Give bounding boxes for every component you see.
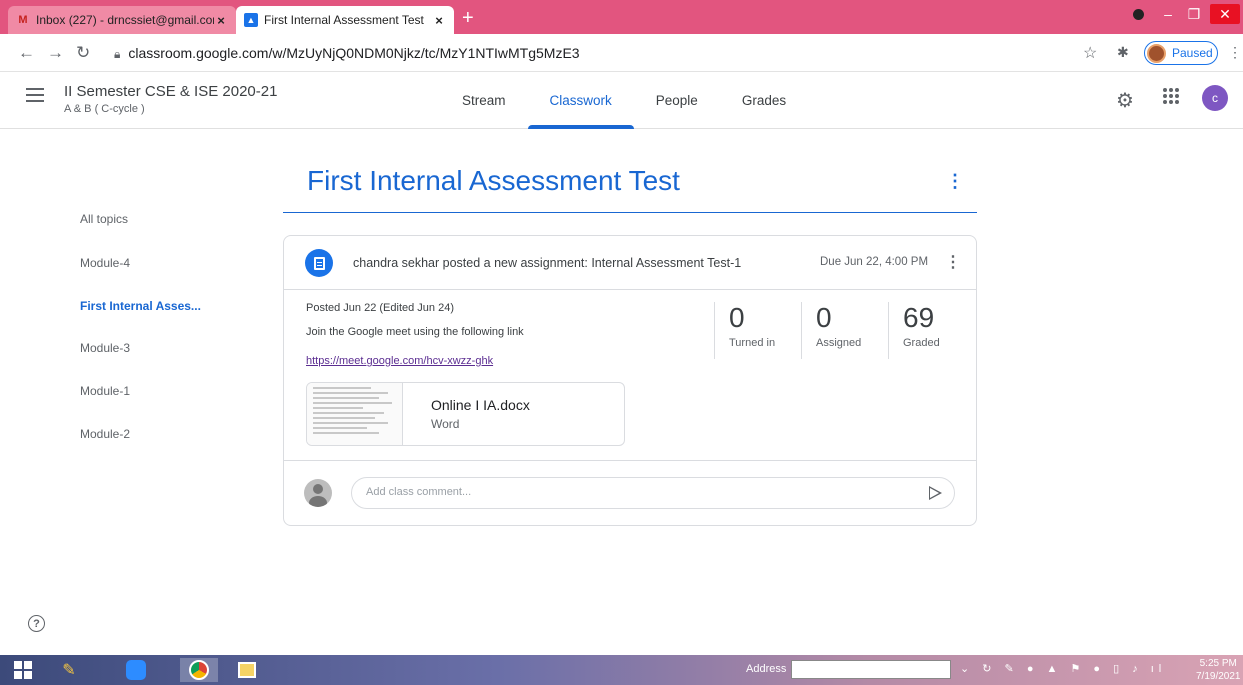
- tab-classroom[interactable]: ▲ First Internal Assessment Test ×: [236, 6, 454, 34]
- assignment-header[interactable]: chandra sekhar posted a new assignment: …: [284, 236, 976, 290]
- chrome-app-icon[interactable]: [180, 658, 218, 682]
- class-title[interactable]: II Semester CSE & ISE 2020-21: [64, 83, 277, 100]
- submission-stats: 0 Turned in 0 Assigned 69 Graded: [714, 302, 975, 359]
- paint-app-icon[interactable]: ✎: [50, 658, 88, 682]
- classroom-icon: ▲: [244, 13, 258, 27]
- tab-title: First Internal Assessment Test: [264, 13, 424, 27]
- address-bar: ← → ↻ 🔒︎ classroom.google.com/w/MzUyNjQ0N…: [0, 34, 1243, 72]
- account-avatar[interactable]: c: [1202, 85, 1228, 111]
- profile-button[interactable]: Paused: [1144, 41, 1218, 65]
- tab-people[interactable]: People: [634, 72, 720, 129]
- class-settings-icon[interactable]: ⚙: [1116, 88, 1134, 113]
- taskbar-clock[interactable]: 5:25 PM 7/19/2021: [1196, 657, 1241, 683]
- topic-module-2[interactable]: Module-2: [80, 427, 130, 441]
- user-avatar: [304, 479, 332, 507]
- profile-avatar: [1147, 43, 1166, 63]
- stat-label: Assigned: [816, 337, 862, 349]
- topic-more-icon[interactable]: ⋮: [946, 171, 964, 192]
- system-tray[interactable]: ⌄ ↻ ✎ ● ▲ ⚑ ● ▯ ♪ ıl: [960, 662, 1166, 675]
- windows-icon: [14, 661, 32, 679]
- topic-module-1[interactable]: Module-1: [80, 384, 130, 398]
- topic-all[interactable]: All topics: [80, 212, 128, 226]
- topic-module-4[interactable]: Module-4: [80, 256, 130, 270]
- due-date: Due Jun 22, 4:00 PM: [820, 256, 929, 268]
- browser-menu-icon[interactable]: ⋮: [1228, 44, 1242, 61]
- assignment-icon: [305, 249, 333, 277]
- topic-module-3[interactable]: Module-3: [80, 341, 130, 355]
- close-window-button[interactable]: ✕: [1210, 4, 1240, 24]
- record-icon[interactable]: [1130, 4, 1146, 24]
- assignment-description: Join the Google meet using the following…: [306, 326, 524, 338]
- stat-assigned[interactable]: 0 Assigned: [801, 302, 888, 359]
- zoom-app-icon[interactable]: [117, 658, 155, 682]
- restore-button[interactable]: ❐: [1184, 4, 1204, 24]
- google-apps-icon[interactable]: [1163, 88, 1179, 104]
- send-icon[interactable]: [929, 486, 942, 500]
- url-field[interactable]: 🔒︎ classroom.google.com/w/MzUyNjQ0NDM0Njk…: [114, 45, 580, 62]
- attachment-card[interactable]: Online I IA.docx Word: [306, 382, 625, 446]
- attachment-name: Online I IA.docx: [431, 397, 530, 413]
- comment-section: [284, 460, 976, 525]
- tab-stream[interactable]: Stream: [440, 72, 528, 129]
- posted-date: Posted Jun 22 (Edited Jun 24): [306, 302, 454, 314]
- extensions-icon[interactable]: ✱: [1117, 44, 1129, 61]
- assignment-more-icon[interactable]: ⋮: [945, 252, 961, 272]
- windows-taskbar: ✎ Address ⌄ ↻ ✎ ● ▲ ⚑ ● ▯ ♪ ıl 5:25 PM 7…: [0, 655, 1243, 685]
- bookmark-star-icon[interactable]: ☆: [1083, 43, 1097, 63]
- tab-classwork[interactable]: Classwork: [527, 72, 635, 129]
- start-button[interactable]: [4, 658, 42, 682]
- document-thumbnail: [307, 383, 403, 445]
- url-text: classroom.google.com/w/MzUyNjQ0NDM0Njkz/…: [128, 45, 580, 61]
- profile-status: Paused: [1172, 46, 1213, 60]
- assignment-title[interactable]: chandra sekhar posted a new assignment: …: [353, 256, 741, 270]
- browser-tab-strip: M Inbox (227) - drncssiet@gmail.com × ▲ …: [0, 0, 1243, 34]
- gmail-icon: M: [18, 14, 28, 26]
- close-tab-icon[interactable]: ×: [432, 13, 446, 28]
- minimize-button[interactable]: –: [1158, 4, 1178, 24]
- clock-date: 7/19/2021: [1196, 671, 1241, 682]
- tab-title: Inbox (227) - drncssiet@gmail.com: [36, 13, 214, 27]
- stat-value: 0: [816, 302, 832, 333]
- stat-graded[interactable]: 69 Graded: [888, 302, 975, 359]
- assignment-card: chandra sekhar posted a new assignment: …: [283, 235, 977, 526]
- reload-icon[interactable]: ↻: [76, 43, 90, 63]
- back-icon[interactable]: ←: [18, 43, 35, 63]
- attachment-type: Word: [431, 417, 460, 431]
- new-tab-button[interactable]: +: [462, 8, 474, 28]
- topic-first-internal[interactable]: First Internal Asses...: [80, 299, 201, 313]
- tab-gmail[interactable]: M Inbox (227) - drncssiet@gmail.com ×: [8, 6, 236, 34]
- tab-grades[interactable]: Grades: [720, 72, 808, 129]
- forward-icon[interactable]: →: [47, 43, 64, 63]
- stat-label: Turned in: [729, 337, 776, 349]
- clock-time: 5:25 PM: [1199, 658, 1237, 669]
- help-icon[interactable]: ?: [28, 615, 45, 632]
- stat-value: 0: [729, 302, 745, 333]
- class-section: A & B ( C-cycle ): [64, 103, 145, 115]
- address-toolbar-input[interactable]: [791, 660, 951, 679]
- close-tab-icon[interactable]: ×: [214, 13, 228, 28]
- meet-link[interactable]: https://meet.google.com/hcv-xwzz-ghk: [306, 355, 493, 367]
- stat-turned-in[interactable]: 0 Turned in: [714, 302, 801, 359]
- class-nav-tabs: Stream Classwork People Grades: [440, 72, 808, 129]
- lock-icon: 🔒︎: [114, 47, 121, 61]
- title-divider: [283, 212, 977, 213]
- file-explorer-icon[interactable]: [228, 658, 266, 682]
- classroom-header: II Semester CSE & ISE 2020-21 A & B ( C-…: [0, 72, 1243, 129]
- stat-value: 69: [903, 302, 935, 333]
- stat-label: Graded: [903, 337, 940, 349]
- comment-input[interactable]: [366, 486, 906, 498]
- comment-box: [351, 477, 955, 509]
- topic-title: First Internal Assessment Test: [307, 165, 680, 196]
- address-toolbar-label: Address: [746, 663, 787, 675]
- main-menu-icon[interactable]: [26, 88, 44, 106]
